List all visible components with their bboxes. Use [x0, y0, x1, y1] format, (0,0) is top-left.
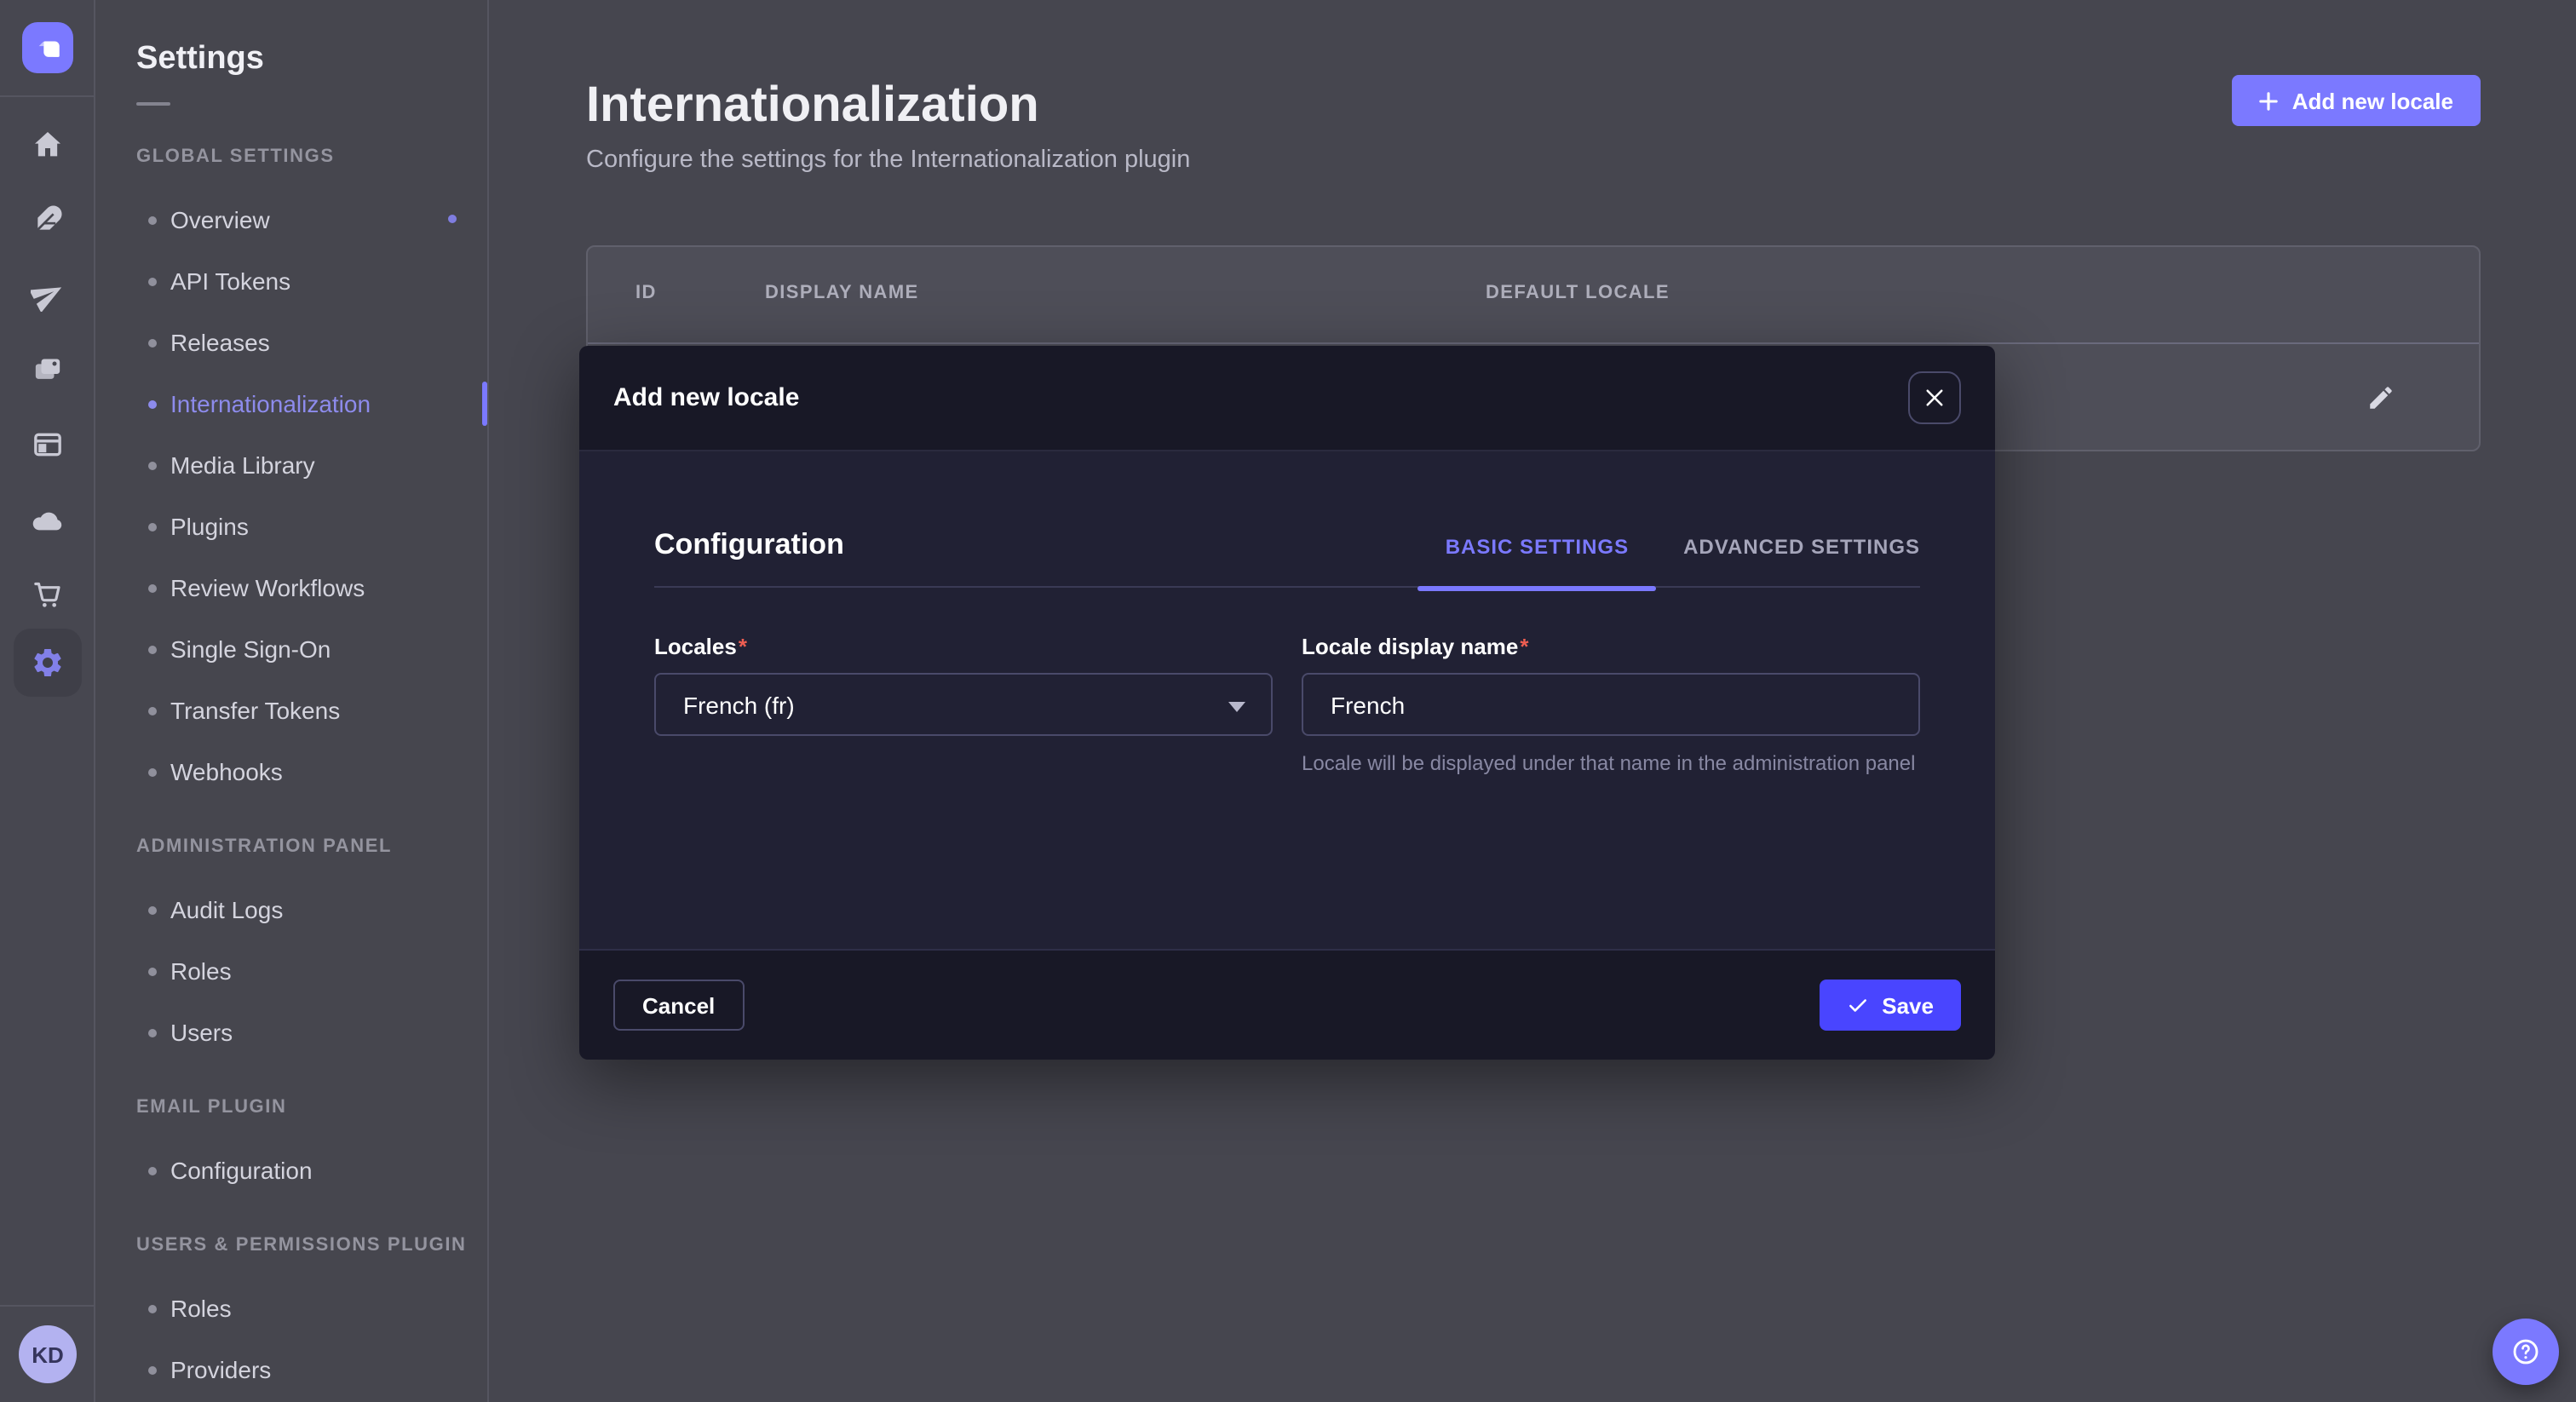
sidebar-item-api-tokens[interactable]: API Tokens [95, 250, 487, 312]
sidebar-item-internationalization[interactable]: Internationalization [95, 373, 487, 434]
display-name-label: Locale display name* [1302, 634, 1920, 659]
edit-icon[interactable] [2366, 383, 2395, 412]
sidebar-item-users[interactable]: Users [95, 1002, 487, 1063]
media-library-icon[interactable] [0, 336, 94, 404]
modal-tabs: BASIC SETTINGS ADVANCED SETTINGS [1446, 535, 1920, 562]
marketplace-cart-icon[interactable] [0, 560, 94, 629]
configuration-heading: Configuration [654, 528, 844, 562]
plus-icon [2260, 91, 2279, 110]
layout-icon[interactable] [0, 411, 94, 479]
required-asterisk: * [739, 634, 747, 659]
administration-panel-list: Audit Logs Roles Users [95, 879, 487, 1063]
sidebar-item-transfer-tokens[interactable]: Transfer Tokens [95, 680, 487, 741]
sidebar-item-releases[interactable]: Releases [95, 312, 487, 373]
add-locale-modal: Add new locale Configuration BASIC SETTI… [579, 346, 1995, 1060]
rail-divider-top [0, 95, 94, 97]
feather-icon[interactable] [0, 186, 94, 254]
column-id: ID [635, 283, 657, 303]
locales-field-group: Locales* French (fr) [654, 634, 1273, 779]
section-administration-panel: ADMINISTRATION PANEL [136, 836, 487, 857]
section-email-plugin: EMAIL PLUGIN [136, 1097, 487, 1118]
strapi-logo-icon [33, 33, 62, 62]
locale-form: Locales* French (fr) Locale display name… [654, 634, 1920, 779]
email-plugin-list: Configuration [95, 1140, 487, 1201]
global-settings-list: Overview API Tokens Releases Internation… [95, 189, 487, 802]
settings-gear-icon[interactable] [14, 629, 82, 697]
modal-body: Configuration BASIC SETTINGS ADVANCED SE… [579, 451, 1995, 949]
modal-header: Add new locale [579, 346, 1995, 451]
display-name-input[interactable] [1331, 691, 1891, 718]
cancel-button[interactable]: Cancel [613, 980, 744, 1031]
tab-basic-settings[interactable]: BASIC SETTINGS [1446, 535, 1629, 562]
users-permissions-list: Roles Providers [95, 1278, 487, 1400]
sidebar-item-review-workflows[interactable]: Review Workflows [95, 557, 487, 618]
avatar[interactable]: KD [19, 1325, 77, 1383]
display-name-hint: Locale will be displayed under that name… [1302, 750, 1920, 779]
section-global-settings: GLOBAL SETTINGS [136, 147, 487, 167]
sidebar-item-email-configuration[interactable]: Configuration [95, 1140, 487, 1201]
sidebar-item-single-sign-on[interactable]: Single Sign-On [95, 618, 487, 680]
column-default-locale: DEFAULT LOCALE [1486, 283, 1670, 303]
table-header-row: ID DISPLAY NAME DEFAULT LOCALE [588, 247, 2479, 344]
settings-sidebar: Settings GLOBAL SETTINGS Overview API To… [95, 0, 489, 1402]
page-title: Internationalization [586, 78, 1039, 135]
display-name-input-wrap [1302, 673, 1920, 736]
sidebar-item-audit-logs[interactable]: Audit Logs [95, 879, 487, 940]
send-icon[interactable] [0, 261, 94, 329]
active-indicator-bar [482, 382, 487, 426]
page-subtitle: Configure the settings for the Internati… [586, 147, 1190, 174]
add-new-locale-button[interactable]: Add new locale [2233, 75, 2481, 126]
sidebar-item-admin-roles[interactable]: Roles [95, 940, 487, 1002]
modal-footer: Cancel Save [579, 949, 1995, 1060]
strapi-logo[interactable] [22, 22, 73, 73]
cloud-icon[interactable] [0, 486, 94, 554]
column-display-name: DISPLAY NAME [765, 283, 919, 303]
section-users-permissions-plugin: USERS & PERMISSIONS PLUGIN [136, 1235, 487, 1255]
icon-rail: KD [0, 0, 95, 1402]
sidebar-title: Settings [95, 0, 487, 78]
sidebar-item-up-roles[interactable]: Roles [95, 1278, 487, 1339]
chevron-down-icon [1228, 702, 1245, 712]
sidebar-item-overview[interactable]: Overview [95, 189, 487, 250]
home-icon[interactable] [0, 111, 94, 179]
locales-label: Locales* [654, 634, 1273, 659]
check-icon [1846, 994, 1868, 1016]
locales-select[interactable]: French (fr) [654, 673, 1273, 736]
display-name-field-group: Locale display name* Locale will be disp… [1302, 634, 1920, 779]
app-root: KD Settings GLOBAL SETTINGS Overview API… [0, 0, 2576, 1402]
tab-advanced-settings[interactable]: ADVANCED SETTINGS [1683, 535, 1920, 562]
sidebar-item-media-library[interactable]: Media Library [95, 434, 487, 496]
notification-dot [448, 215, 457, 223]
close-icon[interactable] [1908, 371, 1961, 424]
rail-divider-bottom [0, 1305, 94, 1307]
configuration-header-row: Configuration BASIC SETTINGS ADVANCED SE… [654, 451, 1920, 588]
sidebar-item-up-providers[interactable]: Providers [95, 1339, 487, 1400]
required-asterisk: * [1520, 634, 1528, 659]
help-button[interactable] [2493, 1319, 2559, 1385]
sidebar-item-plugins[interactable]: Plugins [95, 496, 487, 557]
save-button[interactable]: Save [1819, 980, 1961, 1031]
modal-title: Add new locale [613, 383, 799, 412]
sidebar-item-webhooks[interactable]: Webhooks [95, 741, 487, 802]
sidebar-title-rule [136, 102, 170, 106]
question-mark-circle-icon [2510, 1336, 2542, 1368]
